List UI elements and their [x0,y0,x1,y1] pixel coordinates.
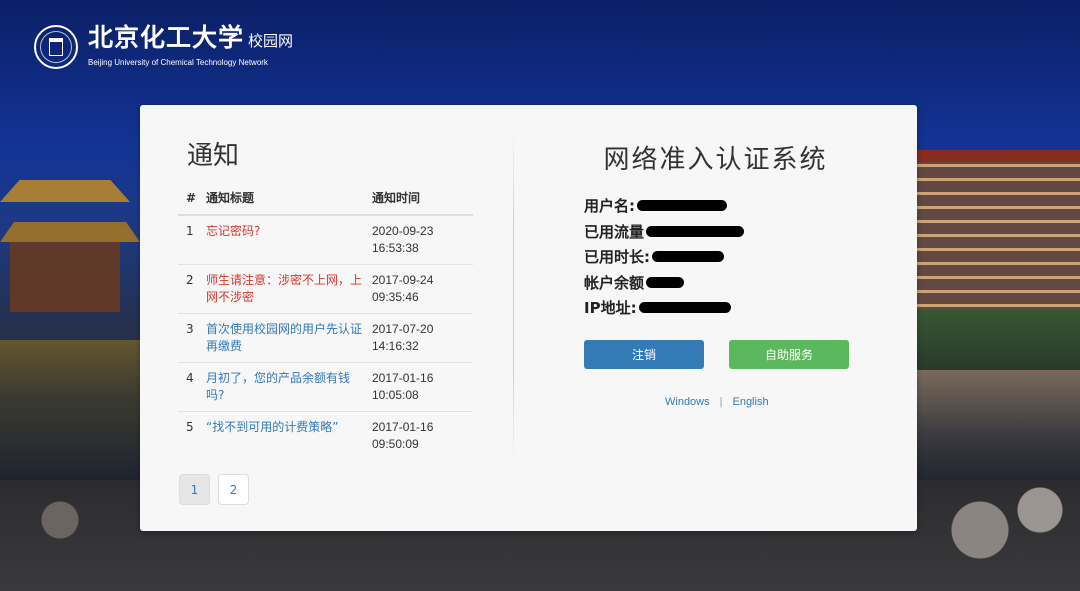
row-number: 2 [178,263,206,313]
notice-table: # 通知标题 通知时间 1 忘记密码? 2020-09-23 16:53:38 2… [178,183,473,460]
notice-date: 2017-01-16 [372,419,434,434]
link-separator: | [719,396,723,408]
pagoda-roof-icon [0,180,130,202]
page-button-2[interactable]: 2 [218,474,249,505]
logo-title: 北京化工大学 校园网 [88,24,293,55]
username-label: 用户名: [584,197,635,216]
info-row-username: 用户名: [584,193,744,219]
pagination: 1 2 [179,474,257,505]
redacted-value [646,225,745,237]
notice-time: 10:05:08 [372,387,419,402]
university-seal-icon [34,24,78,69]
windows-link[interactable]: Windows [665,396,710,408]
table-row: 3 首次使用校园网的用户先认证再缴费 2017-07-20 14:16:32 [178,312,473,362]
column-header-number: # [178,183,206,216]
duration-label: 已用时长: [584,248,650,267]
notice-time: 16:53:38 [372,241,419,255]
background-water-left [0,340,140,490]
info-row-traffic: 已用流量 [584,219,745,245]
info-row-ip: IP地址: [584,295,744,321]
row-number: 1 [178,214,206,264]
column-header-title: 通知标题 [206,183,372,216]
notice-link[interactable]: 首次使用校园网的用户先认证再缴费 [206,322,362,353]
background-building-roof [917,150,1080,162]
background-grass-right [917,310,1080,370]
table-row: 1 忘记密码? 2020-09-23 16:53:38 [178,214,473,264]
notice-link[interactable]: “找不到可用的计费策略” [206,420,338,434]
table-row: 2 师生请注意：涉密不上网，上网不涉密 2017-09-24 09:35:46 [178,263,473,313]
notice-date: 2017-01-16 [372,370,434,385]
site-logo: 北京化工大学 校园网 Beijing University of Chemical… [34,24,293,69]
balance-label: 帐户余额 [584,273,645,292]
background-building-right [917,150,1080,310]
row-number: 4 [178,361,206,411]
page-button-1[interactable]: 1 [179,474,210,505]
background-water-right [917,370,1080,480]
notice-date: 2017-07-20 [372,321,434,336]
table-row: 4 月初了，您的产品余额有钱吗? 2017-01-16 10:05:08 [178,361,473,411]
notice-time: 09:50:09 [372,436,419,451]
notice-time: 14:16:32 [372,338,419,353]
pagoda-roof-lower-icon [0,222,140,242]
traffic-label: 已用流量 [584,222,645,241]
account-info: 用户名: 已用流量 已用时长: 帐户余额 IP地址: [584,193,745,321]
redacted-value [637,200,727,212]
panel-divider [513,127,514,467]
info-row-balance: 帐户余额 [584,270,744,296]
table-header-row: # 通知标题 通知时间 [178,183,473,216]
main-panel: 通知 # 通知标题 通知时间 1 忘记密码? 2020-09-23 16:53:3… [140,105,917,531]
table-row: 5 “找不到可用的计费策略” 2017-01-16 09:50:09 [178,410,473,460]
pagoda-body-icon [10,242,120,312]
notice-time: 09:35:46 [372,289,419,304]
system-title: 网络准入认证系统 [603,145,828,175]
logout-button[interactable]: 注销 [584,340,704,369]
site-name-cn: 校园网 [248,32,294,50]
notice-link[interactable]: 师生请注意：涉密不上网，上网不涉密 [206,273,362,304]
self-service-button[interactable]: 自助服务 [729,340,849,369]
notice-link[interactable]: 忘记密码? [206,224,260,238]
info-row-duration: 已用时长: [584,244,744,270]
redacted-value [646,276,685,288]
school-name-en: Beijing University of Chemical Technolog… [88,58,268,67]
redacted-value [638,302,731,314]
redacted-value [652,251,724,263]
notice-date: 2017-09-24 [372,272,434,287]
row-number: 5 [178,410,206,460]
notice-link[interactable]: 月初了，您的产品余额有钱吗? [206,371,350,402]
notice-date: 2020-09-23 [372,224,434,238]
english-link[interactable]: English [732,396,768,408]
footer-links: Windows | English [665,396,769,408]
school-name-cn: 北京化工大学 [88,23,245,52]
column-header-time: 通知时间 [372,183,473,216]
ip-label: IP地址: [584,299,637,318]
row-number: 3 [178,312,206,362]
notice-heading: 通知 [187,141,240,171]
